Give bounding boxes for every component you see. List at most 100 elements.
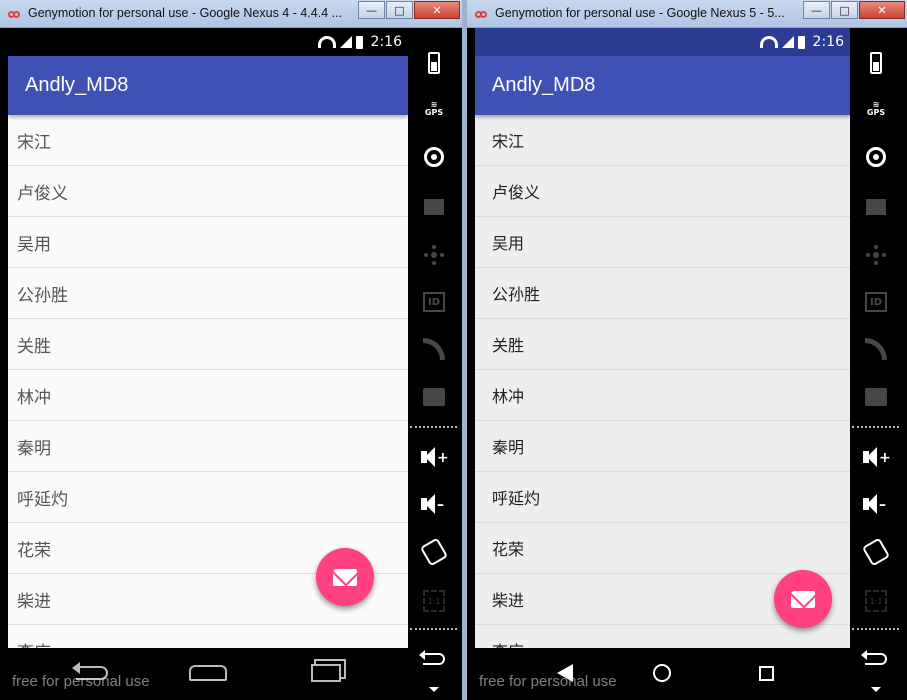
- minimize-button[interactable]: —: [358, 1, 385, 19]
- volume-down-button[interactable]: –: [421, 491, 447, 517]
- volume-down-button[interactable]: –: [863, 491, 889, 517]
- camera-widget-button[interactable]: [863, 144, 889, 170]
- scale-icon: 1:1: [865, 590, 887, 612]
- list-item[interactable]: 林冲: [475, 370, 850, 421]
- list-item[interactable]: 公孙胜: [475, 268, 850, 319]
- list-item[interactable]: 呼延灼: [8, 472, 408, 523]
- rotate-button[interactable]: [861, 537, 891, 567]
- sms-widget-button[interactable]: [863, 384, 889, 410]
- device-screen: 2:16 Andly_MD8 宋江 卢俊义 吴用 公孙胜 关胜 林冲 秦明 呼延…: [8, 28, 408, 648]
- emulator-window-nexus4: Genymotion for personal use - Google Nex…: [0, 0, 462, 700]
- list-item[interactable]: 李应: [8, 625, 408, 649]
- scale-icon: 1:1: [423, 590, 445, 612]
- list-item[interactable]: 关胜: [8, 319, 408, 370]
- id-widget-button[interactable]: ID: [863, 289, 889, 315]
- close-button[interactable]: ✕: [859, 1, 905, 19]
- title-bar[interactable]: Genymotion for personal use - Google Nex…: [467, 0, 907, 28]
- signal-icon: [339, 36, 352, 48]
- back-icon: [419, 650, 445, 665]
- list-item[interactable]: 吴用: [8, 217, 408, 268]
- clapper-icon: [866, 199, 886, 215]
- dpad-widget-button[interactable]: [421, 242, 447, 268]
- status-bar: 2:16: [475, 28, 850, 56]
- dpad-icon: [424, 245, 444, 265]
- rss-icon: [423, 338, 445, 360]
- volume-up-button[interactable]: +: [863, 444, 891, 470]
- minimize-button[interactable]: —: [803, 1, 830, 19]
- genymotion-side-panel: ≋ GPS ID + – 1:1: [850, 28, 901, 700]
- title-bar[interactable]: Genymotion for personal use - Google Nex…: [0, 0, 462, 28]
- battery-icon: [870, 52, 882, 74]
- mail-fab-button[interactable]: [774, 570, 832, 628]
- sms-widget-button[interactable]: [421, 384, 447, 410]
- app-bar: Andly_MD8: [475, 56, 850, 115]
- gps-widget-button[interactable]: ≋ GPS: [863, 96, 889, 122]
- home-button[interactable]: [188, 660, 228, 686]
- panel-divider: [852, 426, 899, 428]
- list-item[interactable]: 呼延灼: [475, 472, 850, 523]
- panel-divider: [410, 426, 457, 428]
- list-item[interactable]: 秦明: [8, 421, 408, 472]
- panel-back-button[interactable]: [419, 646, 447, 672]
- dpad-icon: [866, 245, 886, 265]
- mail-icon: [791, 590, 815, 608]
- gps-widget-button[interactable]: ≋ GPS: [421, 96, 447, 122]
- camera-widget-button[interactable]: [421, 144, 447, 170]
- maximize-button[interactable]: □: [386, 1, 413, 19]
- wifi-icon: [759, 36, 778, 48]
- list-item[interactable]: 宋江: [475, 115, 850, 166]
- gps-label: GPS: [866, 108, 886, 117]
- sms-icon: [423, 388, 445, 406]
- capture-widget-button[interactable]: [863, 194, 889, 220]
- capture-widget-button[interactable]: [421, 194, 447, 220]
- watermark: free for personal use: [479, 673, 617, 690]
- device-screen: 2:16 Andly_MD8 宋江 卢俊义 吴用 公孙胜 关胜 林冲 秦明 呼延…: [475, 28, 850, 648]
- gps-icon: ≋ GPS: [866, 100, 886, 117]
- home-icon: [189, 665, 227, 681]
- more-button[interactable]: [863, 676, 889, 700]
- list-item[interactable]: 宋江: [8, 115, 408, 166]
- panel-back-button[interactable]: [861, 646, 889, 672]
- volume-up-icon: +: [421, 447, 449, 467]
- more-button[interactable]: [421, 676, 447, 700]
- rotate-icon: [419, 537, 449, 567]
- app-title: Andly_MD8: [492, 74, 596, 96]
- recent-apps-button[interactable]: [746, 660, 786, 686]
- volume-down-icon: –: [863, 494, 889, 514]
- volume-up-button[interactable]: +: [421, 444, 449, 470]
- list-item[interactable]: 公孙胜: [8, 268, 408, 319]
- list-item[interactable]: 吴用: [475, 217, 850, 268]
- status-time: 2:16: [370, 34, 402, 50]
- network-widget-button[interactable]: [863, 336, 889, 362]
- battery-widget-button[interactable]: [863, 50, 889, 76]
- home-button[interactable]: [642, 660, 682, 686]
- id-widget-button[interactable]: ID: [421, 289, 447, 315]
- window-title: Genymotion for personal use - Google Nex…: [495, 6, 785, 20]
- clapper-icon: [424, 199, 444, 215]
- recent-apps-button[interactable]: [306, 660, 346, 686]
- list-item[interactable]: 卢俊义: [475, 166, 850, 217]
- back-icon: [861, 650, 887, 665]
- mail-fab-button[interactable]: [316, 548, 374, 606]
- network-widget-button[interactable]: [421, 336, 447, 362]
- list-item[interactable]: 卢俊义: [8, 166, 408, 217]
- list-item[interactable]: 花荣: [475, 523, 850, 574]
- list-item[interactable]: 李应: [475, 625, 850, 648]
- list-item[interactable]: 林冲: [8, 370, 408, 421]
- list-item[interactable]: 关胜: [475, 319, 850, 370]
- battery-icon: [797, 35, 805, 49]
- dpad-widget-button[interactable]: [863, 242, 889, 268]
- battery-widget-button[interactable]: [421, 50, 447, 76]
- more-icon: [871, 686, 881, 692]
- scale-button[interactable]: 1:1: [421, 588, 447, 614]
- scale-button[interactable]: 1:1: [863, 588, 889, 614]
- list-item[interactable]: 秦明: [475, 421, 850, 472]
- maximize-button[interactable]: □: [831, 1, 858, 19]
- hero-list[interactable]: 宋江 卢俊义 吴用 公孙胜 关胜 林冲 秦明 呼延灼 花荣 柴进 李应: [475, 115, 850, 648]
- window-title: Genymotion for personal use - Google Nex…: [28, 6, 343, 20]
- close-button[interactable]: ✕: [414, 1, 460, 19]
- more-icon: [429, 686, 439, 692]
- recent-apps-icon: [311, 664, 341, 682]
- camera-icon: [866, 147, 886, 167]
- rotate-button[interactable]: [419, 537, 449, 567]
